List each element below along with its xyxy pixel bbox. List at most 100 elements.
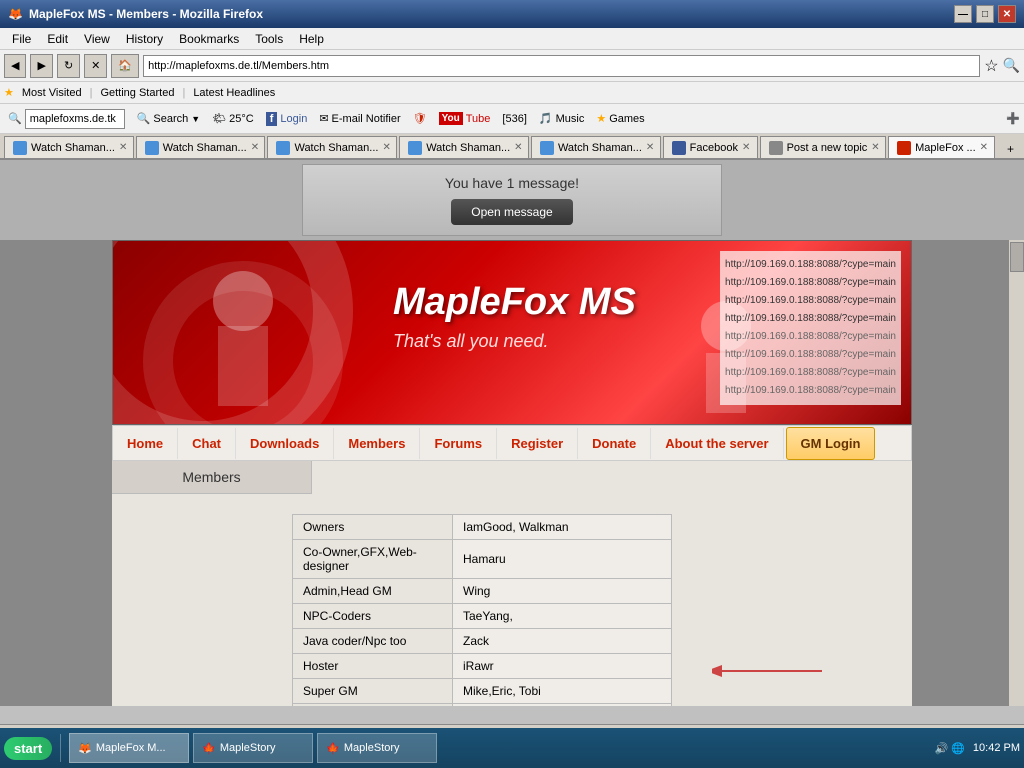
tab-close-4[interactable]: ✕ bbox=[514, 142, 522, 153]
new-tab-button[interactable]: + bbox=[1001, 140, 1020, 158]
banner-link-3[interactable]: http://109.169.0.188:8088/?cype=main bbox=[725, 292, 896, 310]
maximize-button[interactable]: □ bbox=[976, 5, 994, 23]
bookmark-most-visited[interactable]: Most Visited bbox=[22, 87, 82, 99]
role-gm: GM bbox=[293, 704, 453, 707]
role-hoster: Hoster bbox=[293, 654, 453, 679]
names-admin: Wing bbox=[453, 579, 672, 604]
open-message-button[interactable]: Open message bbox=[451, 199, 572, 225]
nav-donate[interactable]: Donate bbox=[578, 428, 651, 459]
names-gm: Angel, Mercury bbox=[453, 704, 672, 707]
menu-history[interactable]: History bbox=[118, 30, 171, 48]
tab-close-5[interactable]: ✕ bbox=[646, 142, 654, 153]
music-label: Music bbox=[556, 113, 585, 125]
games-label: Games bbox=[609, 113, 644, 125]
menu-edit[interactable]: Edit bbox=[39, 30, 76, 48]
taskbar-item-maplestory-2[interactable]: 🍁 MapleStory bbox=[317, 733, 437, 763]
search-toolbar: 🔍 🔍 Search ▼ 🌤 25°C f Login ✉ E-mail Not… bbox=[0, 104, 1024, 134]
minimize-button[interactable]: — bbox=[954, 5, 972, 23]
banner-link-4[interactable]: http://109.169.0.188:8088/?cype=main bbox=[725, 310, 896, 328]
back-button[interactable]: ◀ bbox=[4, 54, 26, 78]
search-dropdown-icon[interactable]: ▼ bbox=[191, 114, 200, 124]
tab-close-facebook[interactable]: ✕ bbox=[742, 142, 750, 153]
banner-link-2[interactable]: http://109.169.0.188:8088/?cype=main bbox=[725, 274, 896, 292]
banner-link-1[interactable]: http://109.169.0.188:8088/?cype=main bbox=[725, 256, 896, 274]
search-icon: 🔍 bbox=[1003, 57, 1020, 74]
add-toolbar-button[interactable]: ➕ bbox=[1006, 112, 1020, 125]
nav-forums[interactable]: Forums bbox=[420, 428, 497, 459]
tab-close-new-topic[interactable]: ✕ bbox=[871, 142, 879, 153]
names-java: Zack bbox=[453, 629, 672, 654]
close-button[interactable]: ✕ bbox=[998, 5, 1016, 23]
taskbar-item-label-2: MapleStory bbox=[220, 742, 276, 754]
banner-link-8[interactable]: http://109.169.0.188:8088/?cype=main bbox=[725, 382, 896, 400]
menu-bookmarks[interactable]: Bookmarks bbox=[171, 30, 247, 48]
home-button[interactable]: 🏠 bbox=[111, 54, 139, 78]
notification-label: [536] bbox=[502, 113, 526, 125]
site-banner: MapleFox MS That's all you need. http://… bbox=[112, 240, 912, 425]
tab-facebook[interactable]: Facebook ✕ bbox=[663, 136, 758, 158]
taskbar: start 🦊 MapleFox M... 🍁 MapleStory 🍁 Map… bbox=[0, 728, 1024, 768]
facebook-icon-wrapper: f Login bbox=[262, 110, 312, 128]
start-button[interactable]: start bbox=[4, 737, 52, 760]
stop-button[interactable]: ✕ bbox=[84, 54, 107, 78]
nav-home[interactable]: Home bbox=[113, 428, 178, 459]
login-label[interactable]: Login bbox=[280, 113, 307, 125]
bookmark-getting-started[interactable]: Getting Started bbox=[100, 87, 174, 99]
table-row: Super GM Mike,Eric, Tobi bbox=[293, 679, 672, 704]
scrollbar[interactable] bbox=[1008, 240, 1024, 706]
star-icon[interactable]: ☆ bbox=[984, 56, 998, 76]
tab-watch-shaman-2[interactable]: Watch Shaman... ✕ bbox=[136, 136, 266, 158]
nav-chat[interactable]: Chat bbox=[178, 428, 236, 459]
maplestory-icon-2: 🍁 bbox=[326, 742, 340, 755]
tab-close-3[interactable]: ✕ bbox=[382, 142, 390, 153]
banner-link-6[interactable]: http://109.169.0.188:8088/?cype=main bbox=[725, 346, 896, 364]
tab-new-topic[interactable]: Post a new topic ✕ bbox=[760, 136, 887, 158]
search-input[interactable] bbox=[25, 109, 125, 129]
taskbar-item-firefox[interactable]: 🦊 MapleFox M... bbox=[69, 733, 189, 763]
nav-members[interactable]: Members bbox=[334, 428, 420, 459]
nav-gm-login[interactable]: GM Login bbox=[786, 427, 876, 460]
tabs-bar: Watch Shaman... ✕ Watch Shaman... ✕ Watc… bbox=[0, 134, 1024, 160]
table-row: Java coder/Npc too Zack bbox=[293, 629, 672, 654]
ublock-icon[interactable]: 🛡 bbox=[409, 110, 431, 127]
tab-label-maplefox: MapleFox ... bbox=[915, 142, 976, 154]
search-label: Search bbox=[153, 113, 188, 125]
nav-downloads[interactable]: Downloads bbox=[236, 428, 334, 459]
youtube-widget[interactable]: You Tube bbox=[435, 110, 495, 127]
forward-button[interactable]: ▶ bbox=[30, 54, 52, 78]
taskbar-item-label-1: MapleFox M... bbox=[96, 742, 166, 754]
tab-watch-shaman-1[interactable]: Watch Shaman... ✕ bbox=[4, 136, 134, 158]
members-layout: Members bbox=[112, 461, 912, 494]
tray-icons: 🔊 🌐 bbox=[934, 742, 964, 755]
tab-watch-shaman-4[interactable]: Watch Shaman... ✕ bbox=[399, 136, 529, 158]
banner-link-5[interactable]: http://109.169.0.188:8088/?cype=main bbox=[725, 328, 896, 346]
tab-close-2[interactable]: ✕ bbox=[251, 142, 259, 153]
menu-help[interactable]: Help bbox=[291, 30, 332, 48]
menu-file[interactable]: File bbox=[4, 30, 39, 48]
banner-link-7[interactable]: http://109.169.0.188:8088/?cype=main bbox=[725, 364, 896, 382]
search-button-wrapper[interactable]: 🔍 Search ▼ bbox=[133, 110, 204, 127]
tab-maplefox[interactable]: MapleFox ... ✕ bbox=[888, 136, 995, 158]
menu-view[interactable]: View bbox=[76, 30, 118, 48]
search-box-wrapper: 🔍 bbox=[4, 107, 129, 131]
nav-about[interactable]: About the server bbox=[651, 428, 783, 459]
nav-register[interactable]: Register bbox=[497, 428, 578, 459]
bookmarks-bar: ★ Most Visited | Getting Started | Lates… bbox=[0, 82, 1024, 104]
names-supergm: Mike,Eric, Tobi bbox=[453, 679, 672, 704]
site-container: MapleFox MS That's all you need. http://… bbox=[0, 240, 1024, 706]
music-link[interactable]: 🎵 Music bbox=[535, 110, 588, 127]
taskbar-item-maplestory-1[interactable]: 🍁 MapleStory bbox=[193, 733, 313, 763]
titlebar: 🦊 MapleFox MS - Members - Mozilla Firefo… bbox=[0, 0, 1024, 28]
tab-close-maplefox[interactable]: ✕ bbox=[980, 142, 988, 153]
tab-close-1[interactable]: ✕ bbox=[119, 142, 127, 153]
scrollbar-thumb[interactable] bbox=[1010, 242, 1024, 272]
address-bar[interactable] bbox=[143, 55, 980, 77]
email-notifier[interactable]: ✉ E-mail Notifier bbox=[315, 110, 404, 127]
banner-character-area bbox=[193, 261, 373, 421]
games-link[interactable]: ★ Games bbox=[592, 110, 648, 127]
bookmark-latest-headlines[interactable]: Latest Headlines bbox=[193, 87, 275, 99]
reload-button[interactable]: ↻ bbox=[57, 54, 80, 78]
tab-watch-shaman-5[interactable]: Watch Shaman... ✕ bbox=[531, 136, 661, 158]
menu-tools[interactable]: Tools bbox=[247, 30, 291, 48]
tab-watch-shaman-3[interactable]: Watch Shaman... ✕ bbox=[267, 136, 397, 158]
